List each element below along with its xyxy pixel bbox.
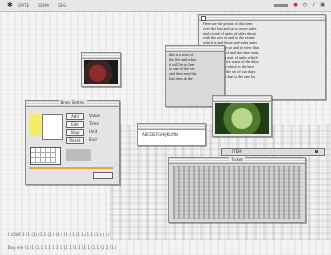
value-label: Value [89, 113, 100, 118]
window-list-icon[interactable] [274, 3, 289, 7]
media-window-green[interactable] [212, 95, 272, 137]
menu-item-3[interactable]: SEG [58, 3, 66, 8]
preview-area [66, 149, 91, 161]
media-window-red-titlebar[interactable] [82, 53, 120, 59]
long-toolbar[interactable]: ITEM [221, 148, 325, 156]
yellow-list-selection[interactable] [29, 114, 41, 136]
menu-item-2[interactable]: SEMA [38, 3, 49, 8]
bottom-text-line-1: I LOVE 1 (1 (1) (1 1 (1 ) (1 ) (1 ) 1 (1… [8, 232, 110, 237]
center-dialog-text: ABCDEFGHIJKLMN [142, 132, 178, 137]
time-label: Time [89, 121, 99, 126]
settings-dialog[interactable]: Bnes Settini Add Edit Stop Reset Value T… [25, 100, 120, 185]
speaker-icon[interactable]: ♪ [312, 2, 315, 8]
end-label: End [89, 137, 97, 142]
calendar-grid[interactable] [30, 147, 61, 165]
ok-button[interactable] [93, 172, 113, 179]
long-toolbar-label: ITEM [232, 149, 242, 154]
bottom-text-line-2: Buy me (1 (1 (1 1 1 1 1 1 1 (1 1 (1 1 (1… [8, 245, 117, 250]
menu-extra-icon[interactable]: ▣ [320, 2, 325, 8]
orange-progress-bar [29, 167, 113, 169]
media-window-green-titlebar[interactable] [213, 96, 271, 102]
list-window[interactable]: Ticket [168, 157, 306, 223]
list-window-content [173, 166, 301, 219]
edit-button[interactable]: Edit [66, 121, 84, 128]
note-window-titlebar[interactable] [199, 15, 325, 21]
video-frame-green [215, 103, 269, 134]
clock-icon[interactable]: ◷ [303, 2, 307, 8]
reset-button[interactable]: Reset [66, 137, 84, 144]
close-icon[interactable] [201, 16, 206, 21]
dialog-list[interactable] [42, 114, 63, 140]
middle-window-titlebar[interactable] [166, 46, 224, 52]
stop-button[interactable]: Stop [66, 129, 84, 136]
media-window-red[interactable] [81, 52, 121, 87]
long-toolbar-icon[interactable] [315, 150, 318, 153]
center-dialog-titlebar[interactable] [138, 124, 205, 130]
menu-item-1[interactable]: SPITE [18, 3, 29, 8]
video-frame-red [84, 60, 118, 84]
menu-bar: ✱ SPITE SEMA SEG ● ◷ ♪ ▣ [0, 0, 331, 12]
menubar-extras: ● ◷ ♪ ▣ [274, 2, 325, 8]
center-dialog[interactable]: ABCDEFGHIJKLMN [137, 123, 206, 146]
list-window-titlebar[interactable]: Ticket [169, 157, 305, 164]
apple-menu-icon[interactable]: ✱ [7, 1, 13, 9]
settings-dialog-titlebar[interactable]: Bnes Settini [26, 100, 119, 107]
alert-icon[interactable]: ● [293, 2, 297, 8]
add-button[interactable]: Add [66, 113, 84, 120]
unit-label: Unit [89, 129, 98, 134]
